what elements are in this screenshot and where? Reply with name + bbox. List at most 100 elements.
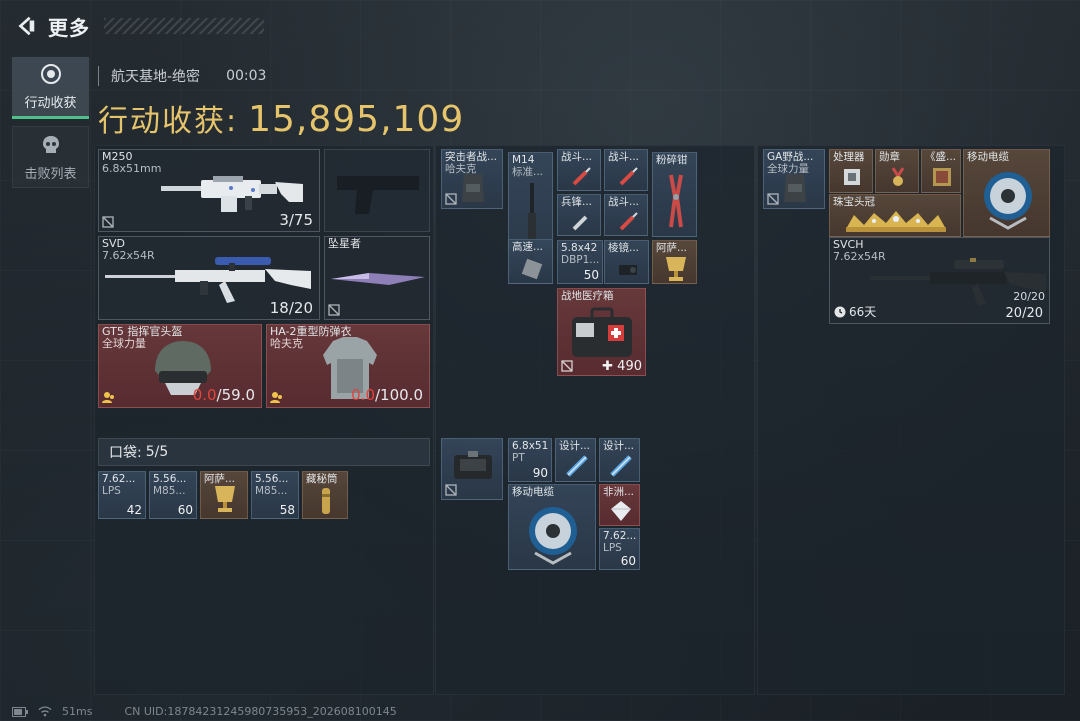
backpack-item[interactable]: 高速... (508, 239, 553, 284)
item-name: 7.62... (102, 473, 136, 485)
melee-name: 坠星者 (328, 237, 361, 250)
backpack-item[interactable]: 设计... (555, 438, 596, 482)
item-name: 5.8x42 (561, 242, 598, 254)
case-icon (454, 451, 492, 479)
item-count: 50 (583, 268, 599, 282)
chest-rig-icon (462, 174, 484, 202)
raid-info: 航天基地-绝密 00:03 (98, 66, 266, 86)
backpack-item[interactable]: 战斗... (604, 149, 648, 191)
weapon-svch[interactable]: SVCH 7.62x54R 20/20 66天 20/20 (829, 237, 1050, 324)
bind-lock-icon (767, 193, 779, 205)
item-name: 7.62... (603, 530, 637, 542)
safebox-item[interactable]: 《盛... (921, 149, 961, 193)
item-name: 战斗... (561, 151, 593, 163)
page-title: 更多 (48, 15, 90, 40)
magazine-count: 20/20 (1013, 290, 1045, 303)
knife-icon (331, 273, 425, 285)
safebox-item[interactable]: 移动电缆 (963, 149, 1050, 237)
vest-slot[interactable]: GA野战... 全球力量 (763, 149, 825, 209)
item-name: 战斗... (608, 151, 640, 163)
safebox-item[interactable]: 珠宝头冠 (829, 194, 961, 237)
pistol-slot[interactable] (324, 149, 430, 232)
item-name: 5.56... (153, 473, 187, 485)
item-count: 90 (532, 466, 548, 480)
medkit-icon (572, 307, 632, 357)
item-name: 6.8x51 (512, 440, 549, 452)
medal-icon (891, 167, 905, 186)
pocket-item[interactable]: 5.56... M85... 60 (149, 471, 197, 519)
cable-reel-icon (984, 172, 1032, 230)
backpack-item[interactable]: 5.8x42 DBP1... 50 (557, 240, 603, 284)
helmet-maker: 全球力量 (102, 337, 146, 350)
battery-icon (12, 706, 28, 717)
harvest-value: 15,895,109 (248, 99, 465, 140)
map-name: 航天基地-绝密 (111, 69, 201, 85)
pocket-item[interactable]: 7.62... LPS 42 (98, 471, 146, 519)
safebox-item[interactable]: 处理器 (829, 149, 873, 193)
painting-icon (933, 168, 951, 186)
backpack-item[interactable]: 战斗... (604, 194, 648, 236)
backpack-item[interactable]: 6.8x51 PT 90 (508, 438, 552, 482)
backpack-item[interactable]: 兵锋... (557, 194, 601, 236)
item-sub: LPS (102, 485, 121, 497)
item-name: GA野战... (767, 151, 814, 163)
pocket-capacity: 5/5 (145, 444, 169, 460)
backpack-item[interactable]: 设计... (599, 438, 640, 482)
processor-icon (844, 169, 860, 185)
tab-defeated-list[interactable]: 击败列表 (12, 126, 89, 188)
case-item[interactable] (441, 438, 503, 500)
pocket-item[interactable]: 阿萨... (200, 471, 248, 519)
tab-loot[interactable]: 行动收获 (12, 57, 89, 119)
pocket-item[interactable]: 5.56... M85... 58 (251, 471, 299, 519)
skull-icon (42, 135, 59, 153)
loot-icon (40, 64, 61, 84)
backpack-item[interactable]: 非洲... (599, 484, 640, 526)
back-button[interactable] (12, 12, 40, 40)
weapon-slot-m250[interactable]: M250 6.8x51mm 3/75 (98, 149, 320, 232)
pocket-item[interactable]: 藏秘筒 (302, 471, 348, 519)
armor-maker: 哈夫克 (270, 337, 303, 350)
backpack-item[interactable]: 移动电缆 (508, 484, 596, 570)
medkit-item[interactable]: 战地医疗箱 ✚ 490 (557, 288, 646, 376)
bind-lock-icon (561, 360, 573, 372)
blueprint-icon (566, 455, 588, 477)
melee-slot[interactable]: 坠星者 (324, 236, 430, 320)
item-name: 勋章 (879, 151, 900, 163)
item-name: 藏秘筒 (306, 473, 338, 485)
owner-icon (102, 392, 114, 403)
tab-defeated-list-label: 击败列表 (24, 166, 77, 182)
item-name: 处理器 (833, 151, 865, 163)
header-decoration (104, 18, 264, 34)
backpack-item[interactable]: 7.62... LPS 60 (599, 528, 640, 570)
chest-rig-icon (784, 174, 806, 202)
item-count: 42 (126, 503, 142, 517)
item-name: 移动电缆 (512, 486, 554, 498)
backpack-item[interactable]: 棱镜... (604, 240, 649, 284)
injector-icon (572, 215, 588, 231)
item-name: 突击者战... (445, 151, 498, 163)
bind-lock-icon (328, 304, 340, 316)
weapon-slot-svd[interactable]: SVD 7.62x54R 18/20 (98, 236, 320, 320)
helmet-slot[interactable]: GT5 指挥官头盔 全球力量 0.0/59.0 (98, 324, 262, 408)
item-name: 战斗... (608, 196, 640, 208)
helmet-durability: 0.0/59.0 (192, 386, 255, 404)
scroll-tube-icon (322, 488, 330, 514)
vest-slot[interactable]: 突击者战... 哈夫克 (441, 149, 503, 209)
ping: 51ms (62, 705, 93, 718)
backpack-item[interactable]: 阿萨... (652, 240, 697, 284)
item-sub: LPS (603, 542, 622, 554)
armor-slot[interactable]: HA-2重型防弹衣 哈夫克 0.0/100.0 (266, 324, 430, 408)
backpack-item[interactable]: 粉碎钳 (652, 152, 697, 237)
pocket-header: 口袋: 5/5 (98, 438, 430, 466)
item-count: 60 (620, 554, 636, 568)
safebox-item[interactable]: 勋章 (875, 149, 919, 193)
weapon-caliber: 6.8x51mm (102, 162, 162, 175)
wifi-icon (38, 706, 52, 717)
diamond-icon (611, 501, 631, 521)
harvest-label: 行动收获: (98, 104, 239, 139)
item-name: 《盛... (925, 151, 957, 163)
golden-cup-icon (215, 486, 235, 512)
backpack-item[interactable]: 战斗... (557, 149, 601, 191)
clock-icon (834, 306, 846, 317)
bind-lock-icon (445, 193, 457, 205)
